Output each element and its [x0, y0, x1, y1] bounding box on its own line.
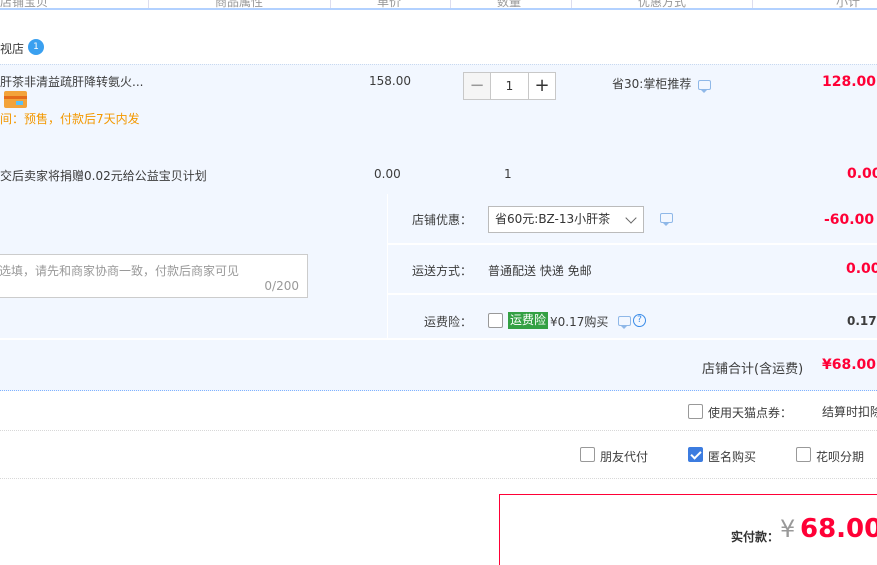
anonymous-label[interactable]: 匿名购买	[708, 448, 756, 465]
col-qty: 数量	[497, 0, 522, 9]
shipping-value: 普通配送 快递 免邮	[488, 264, 592, 278]
col-product: 店铺宝贝	[0, 0, 49, 9]
memo-char-count: 0/200	[264, 279, 299, 293]
divider	[0, 430, 877, 431]
increment-button[interactable]: +	[528, 72, 556, 100]
tmall-points-checkbox[interactable]	[688, 404, 703, 419]
item-discount: 省30:掌柜推荐	[612, 77, 692, 91]
shop-total-label: 店铺合计(含运费)	[702, 362, 804, 377]
payment-label: 实付款：	[731, 530, 780, 544]
row-divider	[388, 293, 877, 295]
charity-subtotal: 0.00	[847, 166, 877, 182]
huabei-checkbox[interactable]	[796, 447, 811, 462]
wangwang-chat-icon[interactable]: 1	[28, 39, 44, 55]
insurance-label: 运费险：	[424, 315, 473, 329]
comment-icon[interactable]	[660, 213, 673, 226]
header-divider	[752, 0, 753, 8]
header-divider	[450, 0, 451, 8]
insurance-checkbox[interactable]	[488, 313, 503, 328]
item-title[interactable]: 肝茶非清益疏肝降转氨火...	[0, 73, 143, 90]
row-divider	[388, 243, 877, 245]
col-attr: 商品属性	[215, 0, 264, 9]
anonymous-checkbox[interactable]	[688, 447, 703, 462]
row-divider	[0, 338, 877, 340]
buyer-memo-input[interactable]: 选填，请先和商家协商一致，付款后商家可见 0/200	[0, 254, 308, 298]
quantity-stepper[interactable]: − 1 +	[463, 72, 556, 100]
header-divider	[571, 0, 572, 8]
col-discount: 优惠方式	[638, 0, 687, 9]
insurance-tag: 运费险	[508, 312, 549, 329]
item-subtotal: 128.00	[822, 74, 877, 90]
col-subtotal: 小计	[836, 0, 861, 9]
insurance-amount: 0.17	[847, 314, 877, 328]
quantity-input[interactable]: 1	[491, 72, 528, 100]
friend-pay-label[interactable]: 朋友代付	[600, 448, 648, 465]
panel-divider	[387, 194, 388, 338]
payment-currency: ¥	[780, 515, 796, 543]
decrement-button[interactable]: −	[463, 72, 491, 100]
shop-discount-label: 店铺优惠：	[412, 213, 473, 227]
huabei-label[interactable]: 花呗分期	[816, 448, 864, 465]
charity-text: 交后卖家将捐赠0.02元给公益宝贝计划	[0, 169, 207, 183]
memo-placeholder: 选填，请先和商家协商一致，付款后商家可见	[0, 264, 240, 278]
comment-icon[interactable]	[698, 80, 711, 93]
header-divider	[148, 0, 149, 8]
item-price: 158.00	[369, 74, 411, 88]
table-header: 店铺宝贝 商品属性 单价 数量 优惠方式 小计	[0, 0, 877, 10]
presale-notice: 间：预售，付款后7天内发	[0, 112, 140, 126]
shop-total-value: ¥68.00	[822, 357, 877, 373]
shipping-amount: 0.00	[846, 261, 877, 277]
header-divider	[330, 0, 331, 8]
payment-summary: 实付款： ¥ 68.00	[499, 494, 877, 565]
shipping-label: 运送方式：	[412, 264, 473, 278]
charity-qty: 1	[504, 167, 512, 181]
col-price: 单价	[377, 0, 402, 9]
shop-discount-amount: -60.00	[824, 212, 875, 228]
payment-amount: 68.00	[800, 514, 877, 544]
shop-discount-value: 省60元:BZ-13小肝茶	[495, 212, 611, 226]
charity-price: 0.00	[374, 167, 401, 181]
friend-pay-checkbox[interactable]	[580, 447, 595, 462]
divider	[0, 478, 877, 479]
shop-name[interactable]: 视店	[0, 40, 24, 57]
credit-card-icon	[4, 91, 27, 108]
insurance-value: ¥0.17购买	[550, 315, 609, 329]
help-icon[interactable]: ?	[633, 314, 646, 327]
settle-deduct-text: 结算时扣除	[822, 405, 877, 419]
tmall-points-label[interactable]: 使用天猫点券：	[708, 404, 792, 421]
chevron-down-icon	[625, 212, 637, 224]
shop-discount-select[interactable]: 省60元:BZ-13小肝茶	[488, 206, 644, 233]
comment-icon[interactable]	[618, 316, 631, 329]
